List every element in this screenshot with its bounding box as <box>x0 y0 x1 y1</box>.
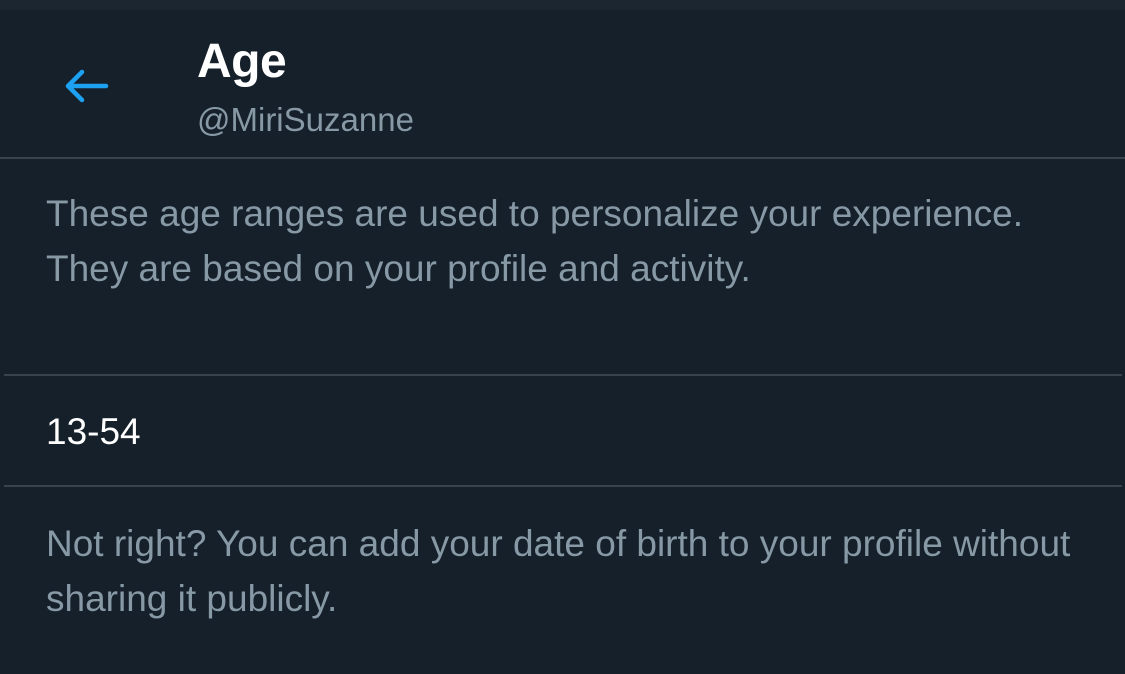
arrow-left-icon <box>62 66 110 106</box>
page-title: Age <box>197 35 287 88</box>
section-divider <box>4 374 1122 376</box>
age-range-value: 13-54 <box>46 411 141 452</box>
header-divider <box>0 157 1125 159</box>
back-button[interactable] <box>50 56 122 116</box>
date-of-birth-note: Not right? You can add your date of birt… <box>46 523 1071 619</box>
account-handle: @MiriSuzanne <box>197 101 414 138</box>
section-divider <box>4 485 1122 487</box>
age-description: These age ranges are used to personalize… <box>46 193 1023 289</box>
page-header: Age @MiriSuzanne <box>0 10 1125 158</box>
status-bar-strip <box>0 0 1125 10</box>
